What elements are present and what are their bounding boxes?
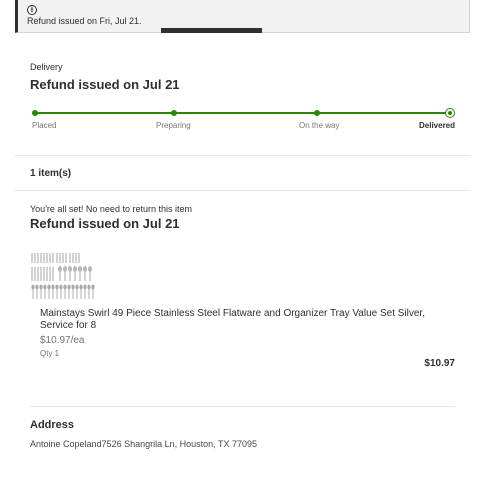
return-note: You're all set! No need to return this i…	[30, 204, 192, 214]
flatware-image	[30, 251, 96, 301]
item-refund-title: Refund issued on Jul 21	[30, 216, 180, 231]
step-label-delivered: Delivered	[419, 121, 456, 130]
step-dot-placed	[32, 110, 38, 116]
item-count: 1 item(s)	[30, 168, 72, 179]
progress-line	[35, 112, 448, 114]
item-total-price: $10.97	[424, 358, 455, 369]
address-title: Address	[30, 419, 75, 431]
quantity: Qty 1	[40, 349, 60, 358]
delivery-status-title: Refund issued on Jul 21	[30, 77, 180, 92]
product-name-link[interactable]: Mainstays Swirl 49 Piece Stainless Steel…	[40, 308, 440, 332]
delivery-section-label: Delivery	[30, 62, 63, 72]
step-label-on-the-way: On the way	[299, 121, 340, 130]
step-dot-delivered	[445, 108, 455, 118]
info-icon: i	[27, 5, 37, 15]
product-image[interactable]	[30, 251, 96, 301]
redacted-bar	[161, 28, 262, 33]
progress-tracker	[32, 108, 455, 118]
address-text: Antoine Copeland7526 Shangrila Ln, Houst…	[30, 439, 258, 449]
step-dot-on-the-way	[314, 110, 320, 116]
step-label-placed: Placed	[32, 121, 57, 130]
step-label-preparing: Preparing	[156, 121, 191, 130]
step-dot-preparing	[171, 110, 177, 116]
unit-price: $10.97/ea	[40, 335, 85, 346]
divider	[15, 155, 470, 156]
divider	[30, 406, 455, 407]
divider	[15, 190, 470, 191]
banner-message: Refund issued on Fri, Jul 21.	[27, 16, 142, 26]
refund-banner: i Refund issued on Fri, Jul 21.	[15, 0, 470, 33]
